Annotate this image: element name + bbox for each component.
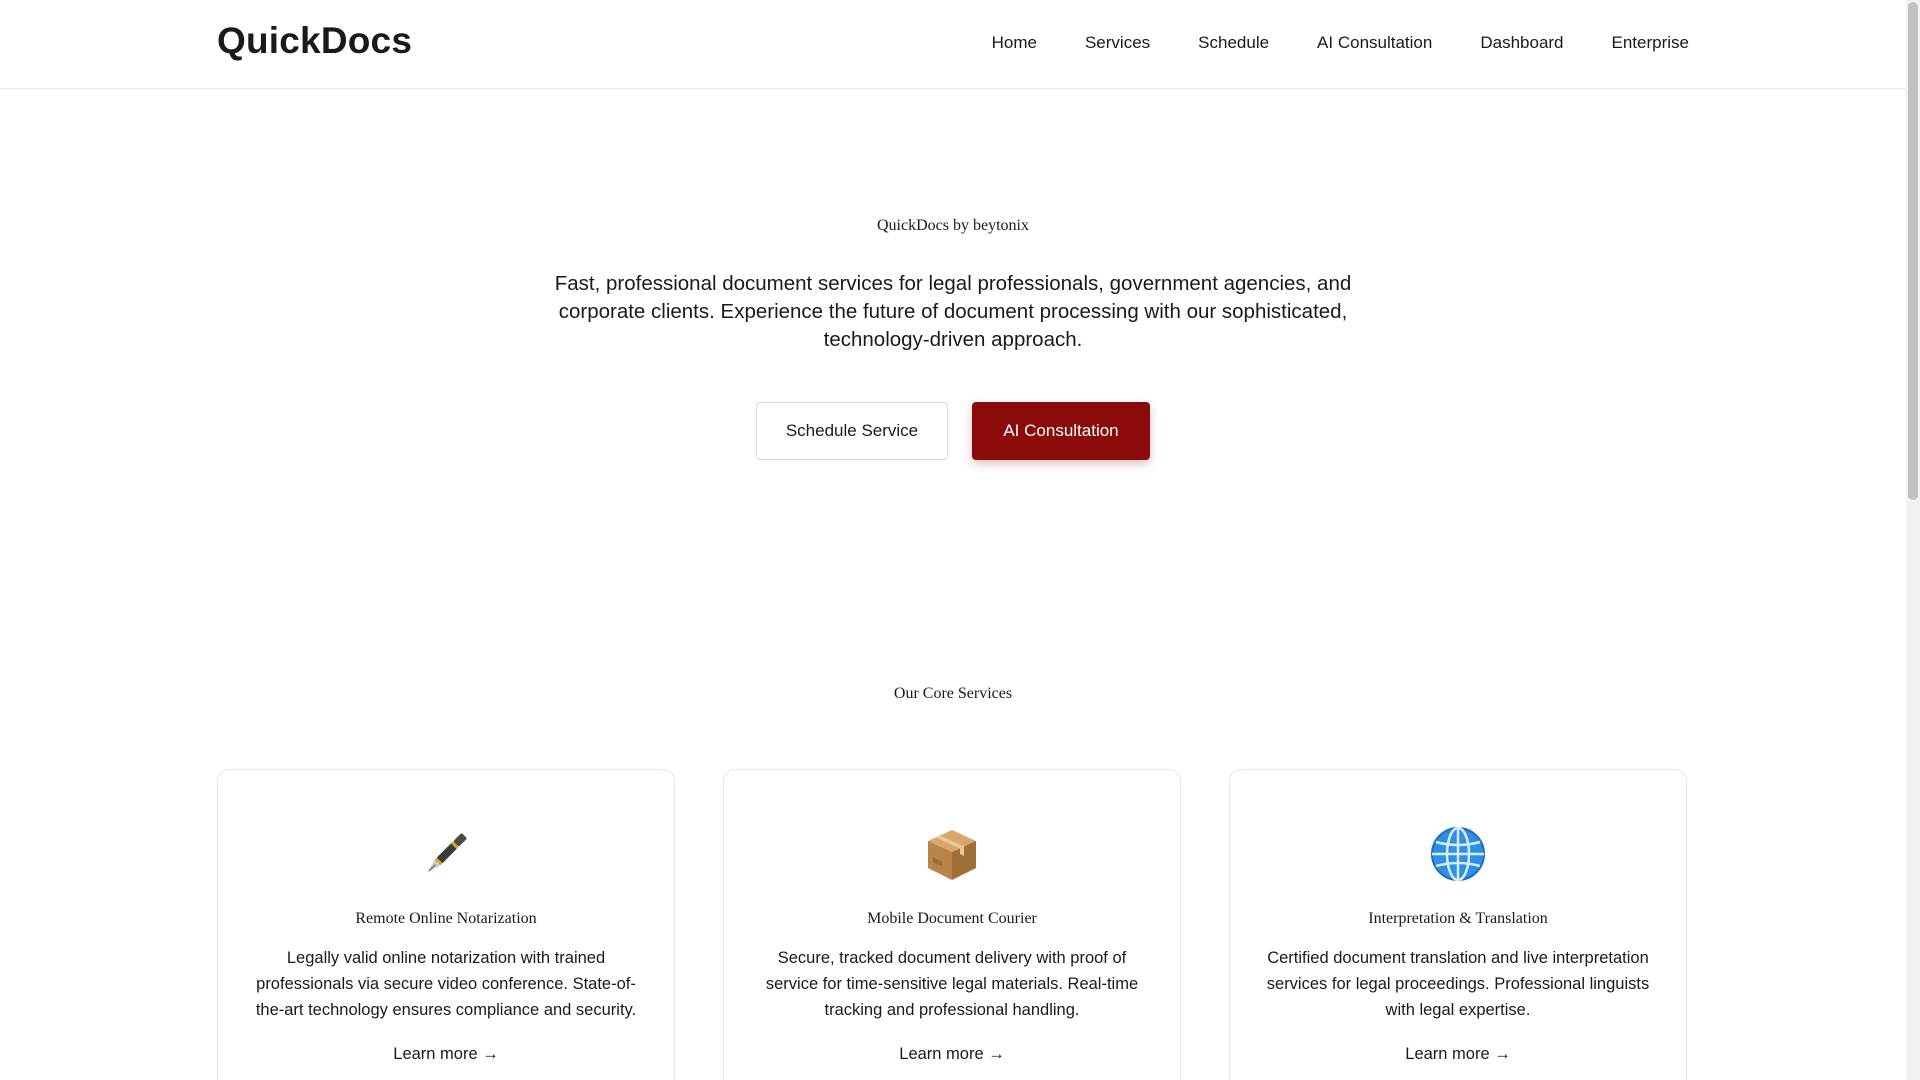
learn-more-link[interactable]: Learn more → [393,1045,498,1064]
service-card-courier: Mobile Document Courier Secure, tracked … [723,769,1181,1080]
services-title: Our Core Services [893,685,1013,702]
service-cards: Remote Online Notarization Legally valid… [217,769,1689,1080]
package-icon [760,826,1144,882]
service-card-notarization: Remote Online Notarization Legally valid… [217,769,675,1080]
schedule-service-button[interactable]: Schedule Service [756,402,948,460]
scrollbar-thumb[interactable] [1908,2,1918,500]
hero-subtitle: QuickDocs by beytonix [877,217,1029,234]
fountain-pen-icon [254,826,638,882]
card-title: Interpretation & Translation [1368,910,1548,927]
learn-more-link[interactable]: Learn more → [899,1045,1004,1064]
nav-home[interactable]: Home [992,33,1037,53]
card-title: Mobile Document Courier [867,910,1037,927]
hero-description: Fast, professional document services for… [554,272,1352,351]
card-description: Certified document translation and live … [1266,949,1650,1019]
card-title: Remote Online Notarization [355,910,537,927]
vertical-scrollbar[interactable] [1906,0,1920,1080]
ai-consultation-button[interactable]: AI Consultation [972,402,1150,460]
globe-icon [1266,826,1650,882]
main-nav: Home Services Schedule AI Consultation D… [992,33,1689,53]
nav-ai-consultation[interactable]: AI Consultation [1317,33,1432,53]
nav-dashboard[interactable]: Dashboard [1480,33,1563,53]
nav-services[interactable]: Services [1085,33,1150,53]
service-card-translation: Interpretation & Translation Certified d… [1229,769,1687,1080]
page: QuickDocs Home Services Schedule AI Cons… [0,0,1920,1080]
logo[interactable]: QuickDocs [217,20,412,62]
nav-enterprise[interactable]: Enterprise [1612,33,1689,53]
card-description: Secure, tracked document delivery with p… [765,949,1139,1019]
site-header: QuickDocs Home Services Schedule AI Cons… [0,0,1906,89]
learn-more-link[interactable]: Learn more → [1405,1045,1510,1064]
nav-schedule[interactable]: Schedule [1198,33,1269,53]
card-description: Legally valid online notarization with t… [255,949,637,1019]
hero-buttons: Schedule Service AI Consultation [0,402,1906,460]
